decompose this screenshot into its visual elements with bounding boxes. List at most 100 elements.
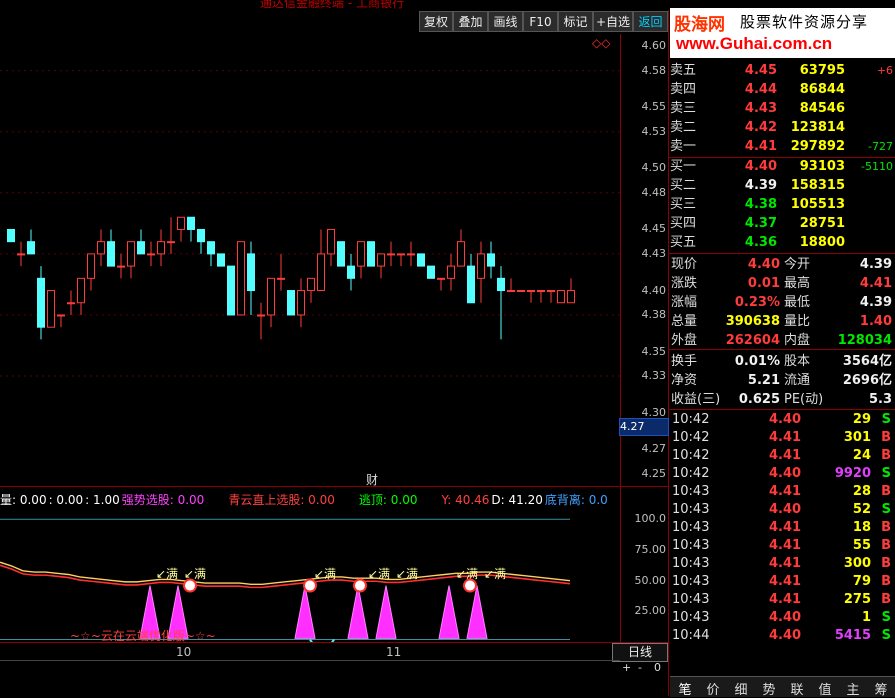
stat-value: 0.01%	[734, 354, 780, 369]
scroll-track[interactable]	[0, 660, 620, 661]
tab-2[interactable]: 细	[728, 679, 754, 698]
axis-divider	[620, 34, 621, 658]
tick-row[interactable]: 10:43 4.40 52 S	[670, 501, 895, 519]
candle-body	[567, 290, 575, 304]
tick-row[interactable]: 10:42 4.41 301 B	[670, 429, 895, 447]
tick-time: 10:43	[672, 520, 710, 535]
stat-value: 0.625	[738, 392, 780, 407]
ask-change: -727	[868, 140, 893, 153]
tick-price: 4.41	[769, 520, 802, 535]
zoom-controls: + - 0	[616, 661, 668, 675]
tab-1[interactable]: 价	[700, 679, 726, 698]
candle-body	[227, 265, 235, 316]
tick-row[interactable]: 10:43 4.41 18 B	[670, 519, 895, 537]
tab-5[interactable]: 值	[812, 679, 838, 698]
candle-body	[367, 241, 375, 267]
ask-row: 卖三 4.43 84546	[670, 99, 895, 118]
zoom-reset-button[interactable]: 0	[654, 661, 661, 674]
bid-volume: 93103	[799, 159, 845, 174]
diamond-icon[interactable]: ◇◇	[592, 36, 610, 50]
candle-body	[277, 277, 285, 280]
bid-label: 买二	[670, 178, 697, 193]
stat-value: 4.41	[859, 276, 892, 291]
tick-row[interactable]: 10:42 4.41 24 B	[670, 447, 895, 465]
tick-row[interactable]: 10:42 4.40 9920 S	[670, 465, 895, 483]
tick-volume: 24	[852, 448, 871, 463]
candlestick-plot: 财	[0, 70, 620, 487]
tick-volume: 300	[843, 556, 871, 571]
price-chart[interactable]: 财	[0, 34, 620, 487]
price-tick-label: 4.30	[641, 405, 667, 419]
tick-price: 4.41	[769, 574, 802, 589]
indicator-value: 青云直上选股: 0.00	[228, 493, 335, 507]
tab-3[interactable]: 势	[756, 679, 782, 698]
stat-value: 3564亿	[842, 354, 892, 369]
brand-text: ~☆~云在云端优化版~☆~	[70, 629, 216, 642]
stat-label: 外盘	[671, 333, 698, 348]
candle-body	[27, 241, 35, 255]
mark-button[interactable]: 标记	[558, 11, 593, 32]
tick-time: 10:42	[672, 412, 710, 427]
w-bottom-signal	[294, 585, 316, 639]
draw-line-button[interactable]: 画线	[488, 11, 523, 32]
tick-row[interactable]: 10:43 4.41 28 B	[670, 483, 895, 501]
price-tick-label: 4.48	[641, 185, 667, 199]
stat-value: 390638	[725, 314, 780, 329]
candle-body	[387, 253, 395, 256]
back-button[interactable]: 返回	[633, 11, 668, 32]
tick-price: 4.41	[769, 538, 802, 553]
ask-row: 卖一 4.41 297892 -727	[670, 137, 895, 156]
tick-price: 4.40	[769, 466, 802, 481]
candle-body	[87, 253, 95, 279]
w-bottom-signal	[438, 585, 460, 639]
bid-row: 买四 4.37 28751	[670, 214, 895, 233]
full-signal-label: ↙满	[456, 567, 478, 581]
time-label: 11	[386, 645, 402, 659]
ask-label: 卖三	[670, 101, 697, 116]
price-tick-label: 4.38	[641, 307, 667, 321]
tick-time: 10:43	[672, 502, 710, 517]
period-selector[interactable]: 日线	[612, 643, 668, 662]
tick-row[interactable]: 10:43 4.41 55 B	[670, 537, 895, 555]
ask-row: 卖四 4.44 86844	[670, 80, 895, 99]
zoom-in-button[interactable]: +	[622, 661, 631, 674]
tick-volume: 275	[843, 592, 871, 607]
tick-row[interactable]: 10:43 4.41 275 B	[670, 591, 895, 609]
price-tick-label: 4.53	[641, 124, 667, 138]
tick-row[interactable]: 10:43 4.40 1 S	[670, 609, 895, 627]
tick-row[interactable]: 10:42 4.40 29 S	[670, 411, 895, 429]
indicator-value: 底背离: 0.0	[544, 493, 608, 507]
tick-time: 10:42	[672, 448, 710, 463]
f10-button[interactable]: F10	[523, 11, 558, 32]
candle-body	[307, 277, 315, 292]
tick-volume: 301	[843, 430, 871, 445]
candle-body	[157, 241, 165, 255]
overlay-button[interactable]: 叠加	[453, 11, 488, 32]
price-tick-label: 4.33	[641, 369, 667, 383]
tick-row[interactable]: 10:43 4.41 79 B	[670, 573, 895, 591]
add-watchlist-button[interactable]: +自选	[593, 11, 633, 32]
tick-volume: 18	[852, 520, 871, 535]
bid-row: 买一 4.40 93103 -5110	[670, 157, 895, 176]
candle-body	[127, 241, 135, 267]
tab-0[interactable]: 笔	[672, 679, 698, 698]
tick-row[interactable]: 10:44 4.40 5415 S	[670, 627, 895, 645]
candle-body	[37, 277, 45, 328]
stat-label: 现价	[671, 257, 698, 272]
stat-label: 涨跌	[671, 276, 698, 291]
tab-4[interactable]: 联	[784, 679, 810, 698]
tick-row[interactable]: 10:43 4.41 300 B	[670, 555, 895, 573]
tick-price: 4.40	[769, 628, 802, 643]
zoom-out-button[interactable]: -	[638, 661, 642, 674]
tab-7[interactable]: 筹	[868, 679, 894, 698]
candle-body	[167, 241, 175, 244]
tick-volume: 5415	[834, 628, 871, 643]
indicator-chart[interactable]: ↙满↙满↙满↙满↙满↙满↙满↖W底↖W底↖W底W底~☆~云在云端优化版~☆~	[0, 507, 620, 659]
candle-body	[347, 265, 355, 279]
indicator-value: : 1.00	[85, 493, 120, 507]
tab-6[interactable]: 主	[840, 679, 866, 698]
stat-label: 净资	[671, 373, 698, 388]
indicator-tick-label: 25.00	[634, 604, 667, 618]
adjust-rights-button[interactable]: 复权	[419, 11, 453, 32]
logo-slogan: 股票软件资源分享	[740, 13, 869, 31]
